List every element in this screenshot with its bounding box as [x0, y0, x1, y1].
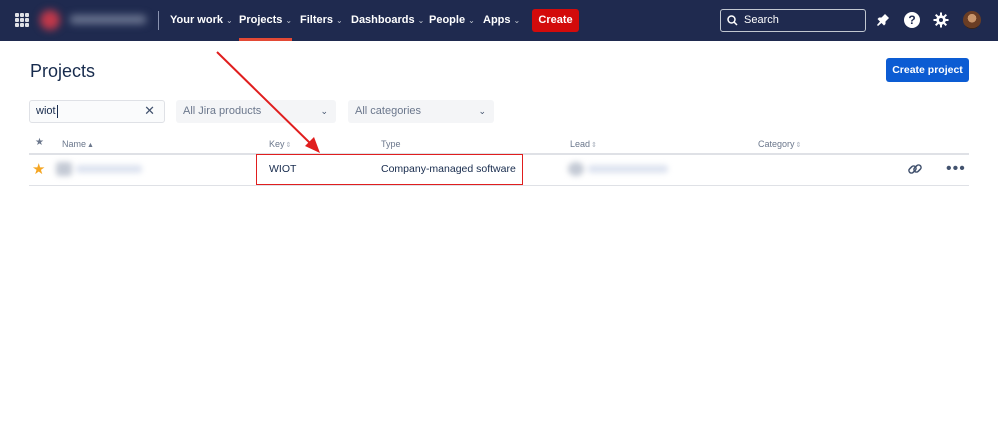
annotation-arrow — [216, 51, 320, 153]
